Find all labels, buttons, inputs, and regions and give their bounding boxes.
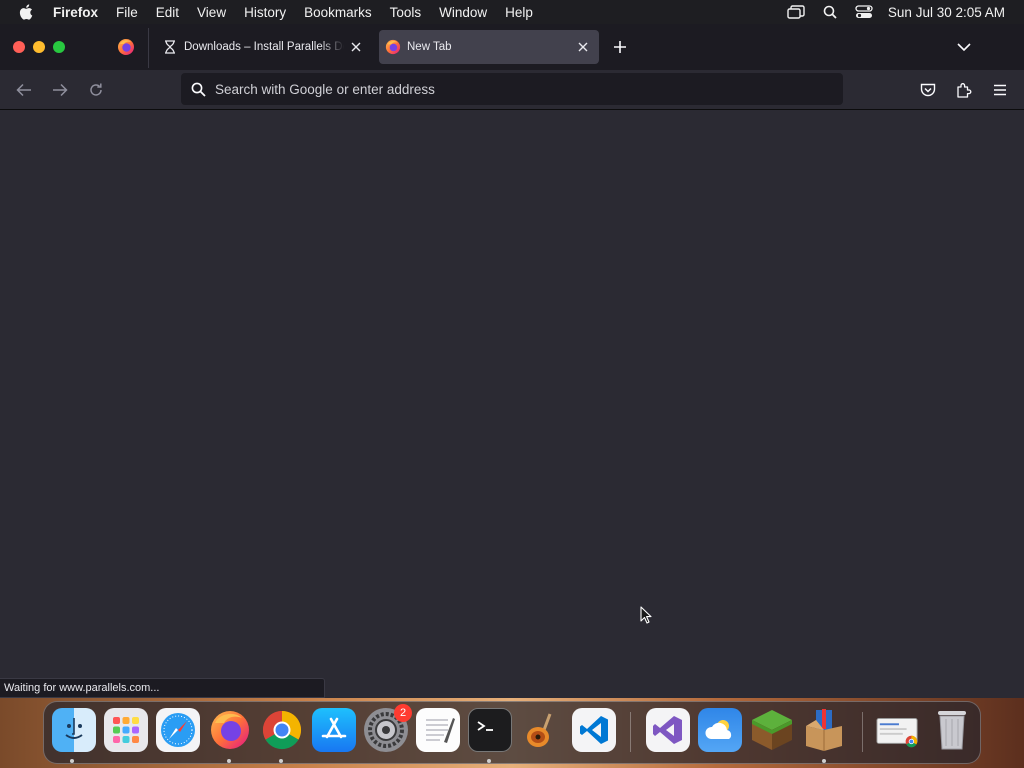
firefox-view-button[interactable] [112, 34, 140, 60]
hourglass-icon [162, 39, 178, 55]
tab-bar: Downloads – Install Parallels Desktop Ne… [0, 24, 1024, 70]
notification-badge: 2 [394, 704, 412, 722]
window-close-button[interactable] [13, 41, 25, 53]
vscode-icon[interactable] [572, 708, 616, 752]
status-text: Waiting for www.parallels.com... [4, 682, 160, 694]
firefox-icon [385, 39, 401, 55]
weather-icon[interactable] [698, 708, 742, 752]
safari-icon[interactable] [156, 708, 200, 752]
new-tab-button[interactable] [611, 38, 629, 56]
textedit-icon[interactable] [416, 708, 460, 752]
menu-bookmarks[interactable]: Bookmarks [304, 5, 372, 20]
address-bar[interactable] [181, 73, 843, 105]
mouse-pointer-icon [640, 606, 652, 624]
search-icon [190, 81, 206, 97]
forward-button[interactable] [51, 81, 69, 99]
menu-file[interactable]: File [116, 5, 138, 20]
back-button[interactable] [15, 81, 33, 99]
running-indicator [487, 759, 491, 763]
save-to-pocket-button[interactable] [919, 81, 937, 99]
firefox-dock-icon[interactable] [208, 708, 252, 752]
running-indicator [279, 759, 283, 763]
apple-menu-icon[interactable] [18, 3, 36, 21]
extensions-button[interactable] [955, 81, 973, 99]
menu-help[interactable]: Help [505, 5, 533, 20]
menu-edit[interactable]: Edit [156, 5, 179, 20]
reload-icon [90, 83, 102, 96]
screen-mirroring-icon[interactable] [786, 4, 806, 20]
menu-tools[interactable]: Tools [390, 5, 422, 20]
pocket-icon [920, 83, 936, 96]
running-indicator [822, 759, 826, 763]
spotlight-search-icon[interactable] [820, 4, 840, 20]
tab-title: Downloads – Install Parallels Desktop [184, 41, 344, 53]
system-settings-icon[interactable]: 2 [364, 704, 412, 752]
chevron-down-icon [957, 43, 971, 52]
chrome-apps-folder-icon[interactable] [876, 708, 920, 752]
garageband-icon[interactable] [520, 708, 564, 752]
puzzle-piece-icon [957, 83, 972, 98]
arrow-left-icon [16, 83, 31, 97]
firefox-icon [118, 39, 134, 55]
control-center-icon[interactable] [854, 4, 874, 20]
running-indicator [227, 759, 231, 763]
menu-history[interactable]: History [244, 5, 286, 20]
menu-bar: Firefox File Edit View History Bookmarks… [0, 0, 1024, 24]
menu-view[interactable]: View [197, 5, 226, 20]
arrow-right-icon [53, 83, 68, 97]
close-tab-icon[interactable] [348, 39, 364, 55]
menu-app-name[interactable]: Firefox [53, 5, 98, 20]
app-store-icon[interactable] [312, 708, 356, 752]
menu-bar-clock[interactable]: Sun Jul 30 2:05 AM [888, 5, 1005, 20]
reload-button[interactable] [87, 81, 105, 99]
tab-downloads[interactable]: Downloads – Install Parallels Desktop [156, 30, 372, 64]
launchpad-icon[interactable] [104, 708, 148, 752]
dock-separator [862, 712, 863, 752]
finder-icon[interactable] [52, 708, 96, 752]
close-tab-icon[interactable] [575, 39, 591, 55]
dock-separator [630, 712, 631, 752]
minecraft-icon[interactable] [750, 708, 794, 752]
visual-studio-icon[interactable] [646, 708, 690, 752]
running-indicator [70, 759, 74, 763]
hamburger-menu-icon [994, 84, 1006, 96]
app-menu-button[interactable] [991, 81, 1009, 99]
tab-title: New Tab [407, 41, 452, 53]
navigation-toolbar [0, 70, 1024, 110]
window-minimize-button[interactable] [33, 41, 45, 53]
address-input[interactable] [215, 81, 843, 97]
page-content[interactable] [0, 110, 1024, 698]
installer-icon[interactable] [802, 708, 846, 752]
menu-window[interactable]: Window [439, 5, 487, 20]
window-fullscreen-button[interactable] [53, 41, 65, 53]
tab-new-tab[interactable]: New Tab [379, 30, 599, 64]
chrome-icon[interactable] [260, 708, 304, 752]
status-panel: Waiting for www.parallels.com... [0, 678, 325, 698]
list-all-tabs-button[interactable] [955, 38, 973, 56]
dock: 2 [43, 701, 981, 764]
terminal-icon[interactable] [468, 708, 512, 752]
firefox-window: Downloads – Install Parallels Desktop Ne… [0, 24, 1024, 698]
tab-separator [148, 28, 149, 68]
trash-icon[interactable] [930, 708, 974, 752]
plus-icon [614, 41, 626, 53]
